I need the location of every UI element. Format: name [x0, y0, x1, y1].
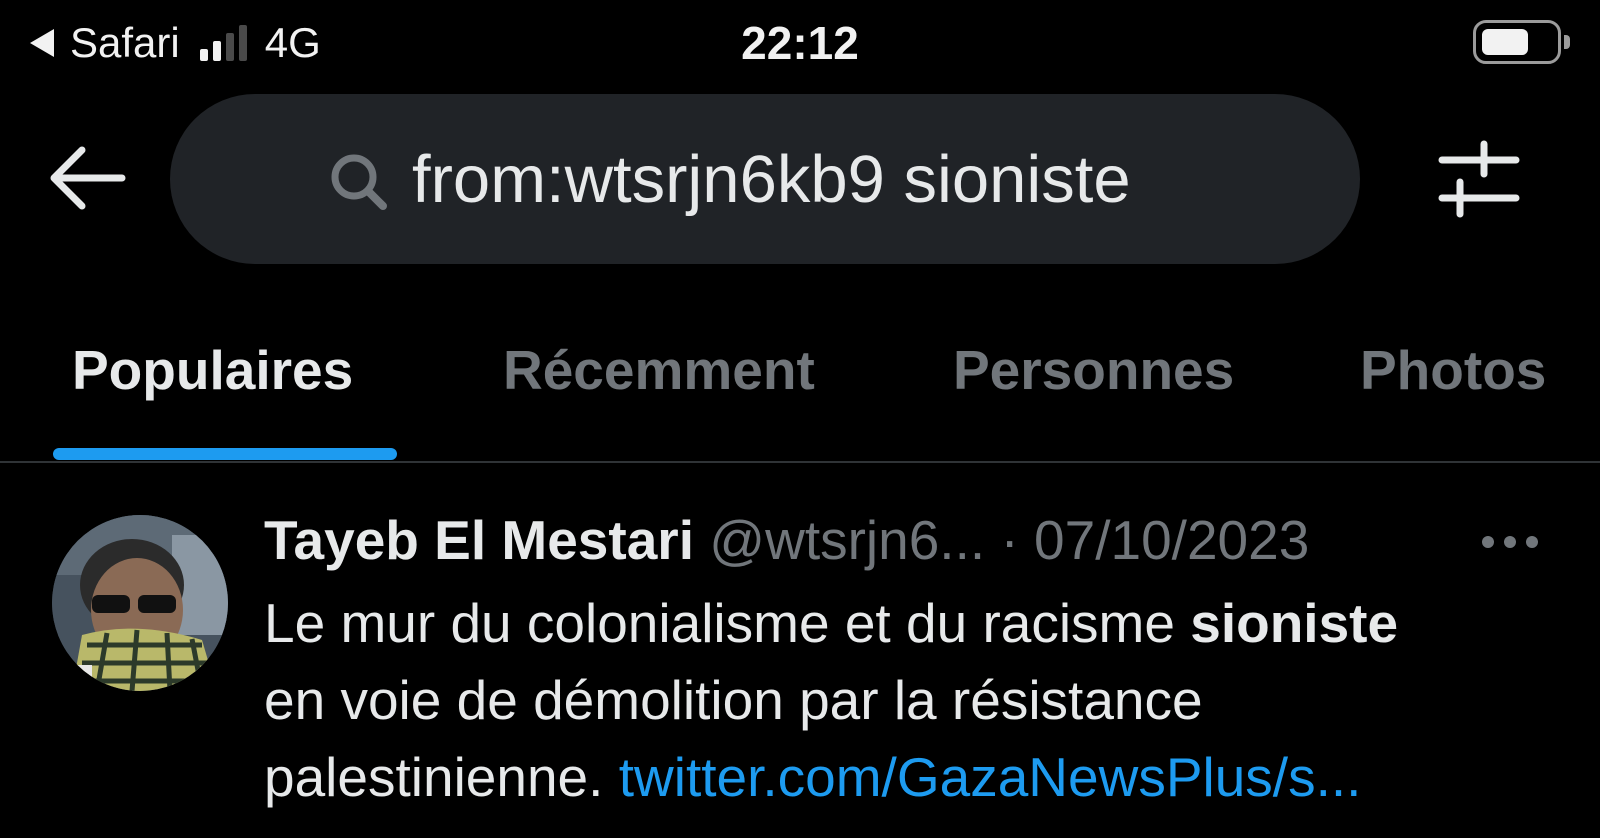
back-arrow-icon[interactable]: [44, 136, 128, 220]
tweet-text: Le mur du colonialisme et du racisme sio…: [264, 585, 1564, 816]
tweet-line-2: en voie de démolition par la résistance: [264, 669, 1203, 731]
tabs-divider: [0, 461, 1600, 463]
tab-recemment[interactable]: Récemment: [503, 335, 815, 405]
battery-icon: [1473, 20, 1570, 64]
tweet-line-3: palestinienne. twitter.com/GazaNewsPlus/…: [264, 739, 1564, 816]
search-query[interactable]: from:wtsrjn6kb9 sioniste: [412, 140, 1131, 220]
author-handle[interactable]: @wtsrjn6...: [709, 509, 985, 571]
avatar-photo: [52, 515, 228, 691]
tab-photos[interactable]: Photos: [1360, 335, 1546, 405]
clock: 22:12: [741, 17, 859, 69]
tweet-text-part: Le mur du colonialisme et du racisme: [264, 592, 1191, 654]
tweet-text-part: palestinienne.: [264, 746, 619, 808]
tweet-date[interactable]: 07/10/2023: [1034, 509, 1309, 571]
avatar[interactable]: [52, 515, 228, 691]
header-separator: ·: [1000, 509, 1019, 571]
screen: Safari 4G 22:12 from:wtsrjn6kb9 sioniste: [0, 0, 1600, 838]
tab-personnes[interactable]: Personnes: [953, 335, 1234, 405]
tweet-line-1: Le mur du colonialisme et du racisme sio…: [264, 585, 1564, 662]
active-tab-indicator: [53, 448, 397, 460]
author-name[interactable]: Tayeb El Mestari: [264, 509, 694, 571]
more-options-icon[interactable]: [1478, 530, 1542, 554]
tweet-header: Tayeb El Mestari @wtsrjn6... · 07/10/202…: [264, 505, 1309, 575]
filter-settings-icon[interactable]: [1438, 138, 1520, 220]
status-bar: Safari 4G 22:12: [0, 0, 1600, 88]
search-icon: [331, 154, 387, 210]
search-term-highlight: sioniste: [1190, 592, 1399, 654]
tab-populaires[interactable]: Populaires: [72, 335, 353, 405]
tweet-link[interactable]: twitter.com/GazaNewsPlus/s...: [619, 746, 1362, 808]
